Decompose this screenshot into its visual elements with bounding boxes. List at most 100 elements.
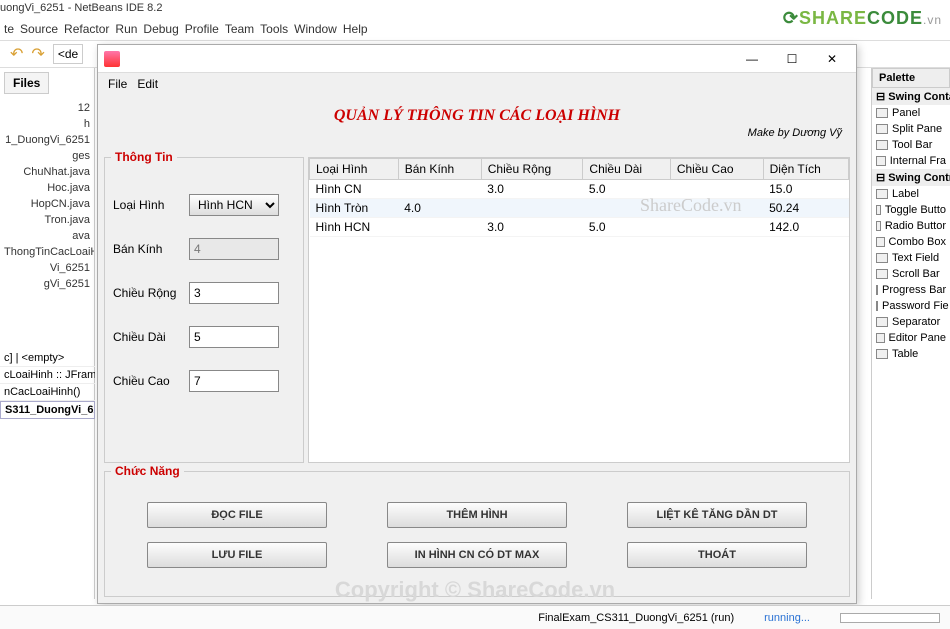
list-item[interactable]: ava bbox=[4, 228, 90, 244]
maximize-button[interactable]: ☐ bbox=[774, 48, 810, 70]
separator-icon bbox=[876, 317, 888, 327]
sharecode-logo: ⟳SHARECODE.vn bbox=[783, 8, 942, 29]
menu-edit[interactable]: Edit bbox=[137, 77, 158, 91]
list-item[interactable]: Vi_6251 bbox=[4, 260, 90, 276]
col-header[interactable]: Chiều Rộng bbox=[481, 159, 583, 180]
menu-item[interactable]: Profile bbox=[185, 22, 219, 36]
table-row[interactable]: Hình HCN3.05.0142.0 bbox=[310, 218, 849, 237]
palette-group[interactable]: ⊟ Swing Contr bbox=[872, 169, 950, 186]
palette-item[interactable]: Toggle Butto bbox=[872, 202, 950, 218]
progress-bar bbox=[840, 613, 940, 623]
nav-item[interactable]: nCacLoaiHinh() bbox=[0, 384, 95, 401]
menu-item[interactable]: Window bbox=[294, 22, 337, 36]
print-max-area-button[interactable]: IN HÌNH CN CÓ DT MAX bbox=[387, 542, 567, 568]
menu-item[interactable]: Help bbox=[343, 22, 368, 36]
list-item[interactable]: Tron.java bbox=[4, 212, 90, 228]
ban-kinh-input bbox=[189, 238, 279, 260]
chieu-rong-input[interactable] bbox=[189, 282, 279, 304]
table-icon bbox=[876, 349, 888, 359]
list-item[interactable]: ThongTinCacLoaiHinh.j bbox=[4, 244, 90, 260]
menu-item[interactable]: Tools bbox=[260, 22, 288, 36]
col-header[interactable]: Diện Tích bbox=[763, 159, 848, 180]
minimize-button[interactable]: — bbox=[734, 48, 770, 70]
nav-item[interactable]: cLoaiHinh :: JFrame bbox=[0, 367, 95, 384]
files-tab[interactable]: Files bbox=[4, 72, 49, 94]
status-state: running... bbox=[764, 612, 810, 624]
palette-item[interactable]: Tool Bar bbox=[872, 137, 950, 153]
statusbar: FinalExam_CS311_DuongVi_6251 (run) runni… bbox=[0, 605, 950, 629]
status-task: FinalExam_CS311_DuongVi_6251 (run) bbox=[538, 612, 734, 624]
files-panel: Files 12 h 1_DuongVi_6251 ges ChuNhat.ja… bbox=[0, 68, 95, 599]
menu-item[interactable]: Refactor bbox=[64, 22, 109, 36]
redo-icon[interactable]: ↷ bbox=[31, 44, 44, 64]
col-header[interactable]: Bán Kính bbox=[398, 159, 481, 180]
list-item[interactable]: 12 bbox=[4, 100, 90, 116]
internalframe-icon bbox=[876, 156, 886, 166]
list-item[interactable]: HopCN.java bbox=[4, 196, 90, 212]
palette-item[interactable]: Label bbox=[872, 186, 950, 202]
col-header[interactable]: Loại Hình bbox=[310, 159, 399, 180]
loai-hinh-label: Loại Hình bbox=[113, 198, 181, 212]
palette-item[interactable]: Progress Bar bbox=[872, 282, 950, 298]
scrollbar-icon bbox=[876, 269, 888, 279]
menu-item[interactable]: te bbox=[4, 22, 14, 36]
col-header[interactable]: Chiều Dài bbox=[583, 159, 670, 180]
palette-item[interactable]: Editor Pane bbox=[872, 330, 950, 346]
app-dialog: — ☐ ✕ File Edit QUẢN LÝ THÔNG TIN CÁC LO… bbox=[97, 44, 857, 604]
java-icon bbox=[104, 51, 120, 67]
palette-item[interactable]: Text Field bbox=[872, 250, 950, 266]
palette-item[interactable]: Password Fie bbox=[872, 298, 950, 314]
list-item[interactable]: ChuNhat.java bbox=[4, 164, 90, 180]
ban-kinh-label: Bán Kính bbox=[113, 242, 181, 256]
close-button[interactable]: ✕ bbox=[814, 48, 850, 70]
palette-item[interactable]: Split Pane bbox=[872, 121, 950, 137]
info-legend: Thông Tin bbox=[111, 150, 177, 164]
menu-file[interactable]: File bbox=[108, 77, 127, 91]
palette-group[interactable]: ⊟ Swing Conta bbox=[872, 88, 950, 105]
list-item[interactable]: 1_DuongVi_6251 bbox=[4, 132, 90, 148]
files-list: 12 h 1_DuongVi_6251 ges ChuNhat.java Hoc… bbox=[0, 98, 94, 294]
save-file-button[interactable]: LƯU FILE bbox=[147, 542, 327, 568]
list-item[interactable]: Hoc.java bbox=[4, 180, 90, 196]
read-file-button[interactable]: ĐỌC FILE bbox=[147, 502, 327, 528]
undo-icon[interactable]: ↶ bbox=[10, 44, 23, 64]
palette-item[interactable]: Separator bbox=[872, 314, 950, 330]
navigator: c] | <empty> cLoaiHinh :: JFrame nCacLoa… bbox=[0, 350, 95, 419]
textfield-icon bbox=[876, 253, 888, 263]
exit-button[interactable]: THOÁT bbox=[627, 542, 807, 568]
menu-item[interactable]: Source bbox=[20, 22, 58, 36]
chieu-cao-label: Chiều Cao bbox=[113, 374, 181, 388]
chieu-cao-input[interactable] bbox=[189, 370, 279, 392]
menu-item[interactable]: Debug bbox=[143, 22, 178, 36]
table-row[interactable]: Hình CN3.05.015.0 bbox=[310, 180, 849, 199]
chieu-dai-label: Chiều Dài bbox=[113, 330, 181, 344]
palette-item[interactable]: Panel bbox=[872, 105, 950, 121]
palette-item[interactable]: Scroll Bar bbox=[872, 266, 950, 282]
palette-panel: Palette ⊟ Swing Conta Panel Split Pane T… bbox=[871, 68, 950, 599]
list-asc-area-button[interactable]: LIỆT KÊ TĂNG DẦN DT bbox=[627, 502, 807, 528]
palette-item[interactable]: Combo Box bbox=[872, 234, 950, 250]
data-table[interactable]: Loại Hình Bán Kính Chiều Rộng Chiều Dài … bbox=[308, 157, 850, 463]
add-shape-button[interactable]: THÊM HÌNH bbox=[387, 502, 567, 528]
table-row[interactable]: Hình Tròn4.050.24 bbox=[310, 199, 849, 218]
chieu-dai-input[interactable] bbox=[189, 326, 279, 348]
menu-item[interactable]: Run bbox=[115, 22, 137, 36]
list-item[interactable]: gVi_6251 bbox=[4, 276, 90, 292]
col-header[interactable]: Chiều Cao bbox=[670, 159, 763, 180]
panel-icon bbox=[876, 108, 888, 118]
palette-item[interactable]: Radio Buttor bbox=[872, 218, 950, 234]
combobox-icon bbox=[876, 237, 885, 247]
dialog-titlebar[interactable]: — ☐ ✕ bbox=[98, 45, 856, 73]
progressbar-icon bbox=[876, 285, 878, 295]
list-item[interactable]: ges bbox=[4, 148, 90, 164]
palette-item[interactable]: Internal Fra bbox=[872, 153, 950, 169]
editorpane-icon bbox=[876, 333, 885, 343]
nav-item[interactable]: c] | <empty> bbox=[0, 350, 95, 367]
config-dropdown[interactable]: <de bbox=[53, 44, 83, 64]
nav-item[interactable]: S311_DuongVi_625 bbox=[0, 401, 95, 419]
menu-item[interactable]: Team bbox=[225, 22, 254, 36]
list-item[interactable]: h bbox=[4, 116, 90, 132]
loai-hinh-select[interactable]: Hình HCN bbox=[189, 194, 279, 216]
passwordfield-icon bbox=[876, 301, 878, 311]
palette-item[interactable]: Table bbox=[872, 346, 950, 362]
